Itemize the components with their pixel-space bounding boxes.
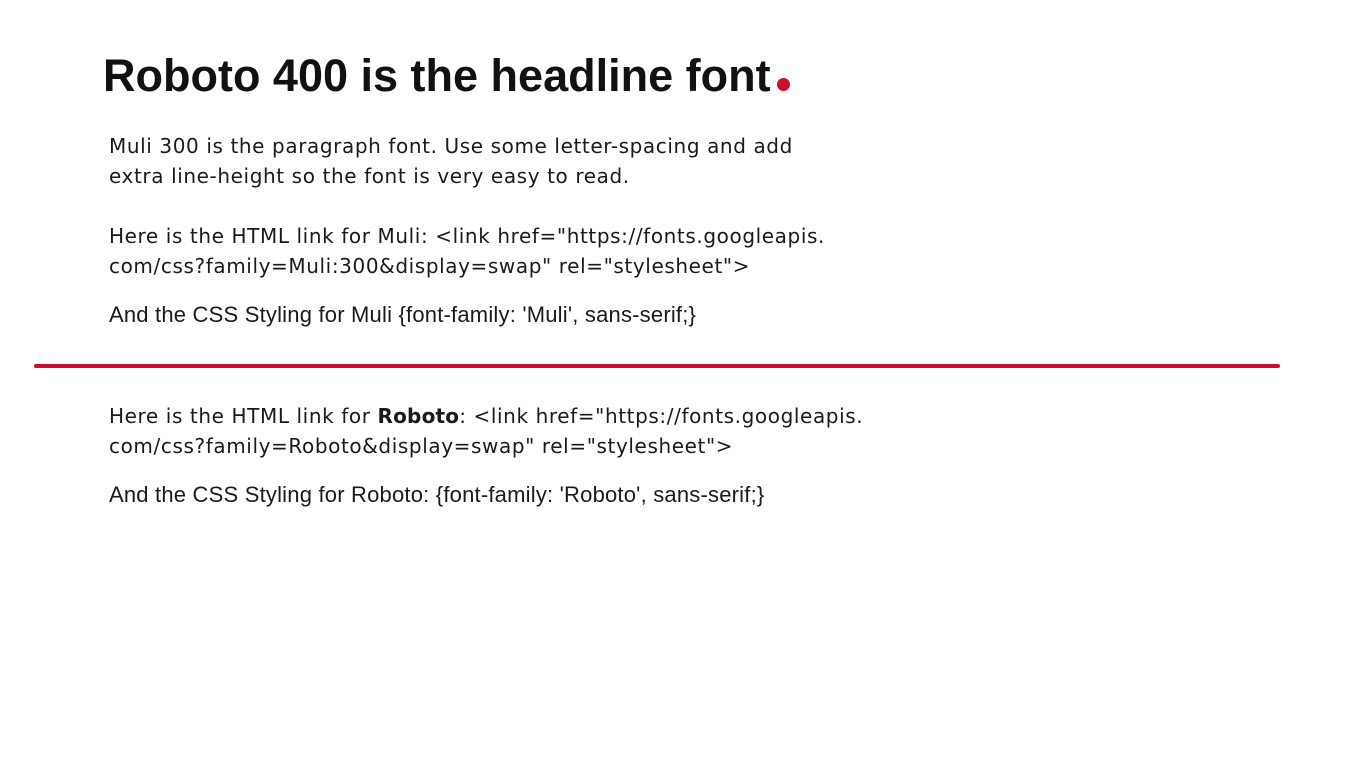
slide-page: Roboto 400 is the headline font Muli 300… <box>0 0 1364 763</box>
roboto-link-line-1: Here is the HTML link for Roboto: <link … <box>109 401 863 431</box>
section-divider <box>34 364 1280 368</box>
roboto-css-line: And the CSS Styling for Roboto: {font-fa… <box>109 482 765 507</box>
headline-text: Roboto 400 is the headline font <box>103 50 771 101</box>
muli-link-text: Here is the HTML link for Muli: <link hr… <box>109 221 825 281</box>
headline: Roboto 400 is the headline font <box>103 46 790 106</box>
roboto-font-name: Roboto <box>377 404 460 428</box>
roboto-link-line-2: com/css?family=Roboto&display=swap" rel=… <box>109 434 734 458</box>
roboto-link-suffix: : <link href="https://fonts.googleapis. <box>459 404 864 428</box>
roboto-link-prefix: Here is the HTML link for <box>109 404 378 428</box>
roboto-link-text: Here is the HTML link for Roboto: <link … <box>109 401 863 461</box>
muli-css-text: And the CSS Styling for Muli {font-famil… <box>109 300 696 330</box>
muli-css-line: And the CSS Styling for Muli {font-famil… <box>109 302 697 327</box>
paragraph-line-2: extra line-height so the font is very ea… <box>109 164 630 188</box>
muli-link-line-2: com/css?family=Muli:300&display=swap" re… <box>109 254 751 278</box>
roboto-css-text: And the CSS Styling for Roboto: {font-fa… <box>109 480 764 510</box>
paragraph-line-1: Muli 300 is the paragraph font. Use some… <box>109 134 793 158</box>
paragraph-font-description: Muli 300 is the paragraph font. Use some… <box>109 131 793 191</box>
accent-dot <box>776 78 790 91</box>
muli-link-line-1: Here is the HTML link for Muli: <link hr… <box>109 224 825 248</box>
